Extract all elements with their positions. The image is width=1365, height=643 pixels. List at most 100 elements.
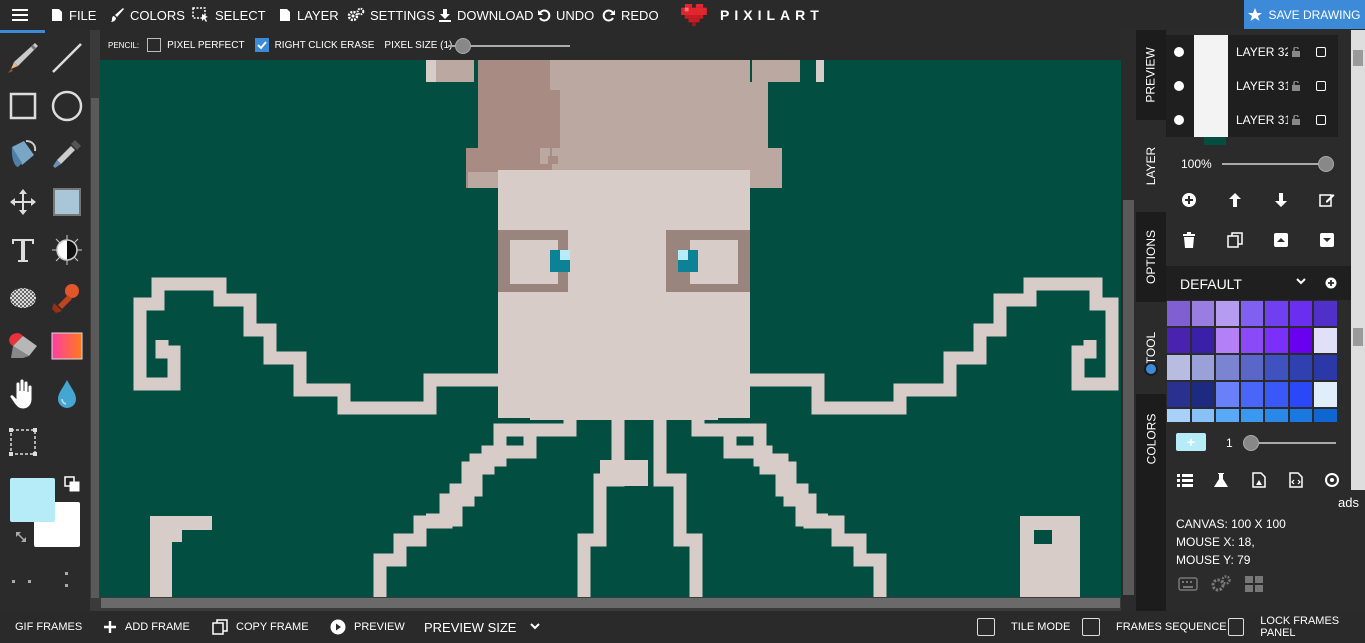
move-layer-down-button[interactable] bbox=[1272, 191, 1290, 209]
tab-preview[interactable]: PREVIEW bbox=[1136, 30, 1166, 120]
palette-color-swatch[interactable] bbox=[1215, 381, 1240, 408]
palette-color-swatch[interactable] bbox=[1190, 408, 1215, 422]
tile-mode-toggle[interactable]: TILE MODE bbox=[977, 611, 1070, 643]
brush-preview-add-button[interactable]: + bbox=[1176, 433, 1206, 451]
palette-color-swatch[interactable] bbox=[1215, 408, 1240, 422]
tab-colors[interactable]: COLORS bbox=[1136, 394, 1166, 484]
tools-scrollbar-thumb[interactable] bbox=[91, 98, 99, 598]
palette-color-swatch[interactable] bbox=[1264, 300, 1289, 327]
move-tool[interactable] bbox=[3, 182, 43, 222]
duplicate-layer-button[interactable] bbox=[1226, 231, 1244, 249]
layer-row[interactable]: LAYER 32 bbox=[1166, 35, 1338, 69]
layer-visibility-checkbox[interactable] bbox=[1316, 115, 1326, 125]
lock-frames-panel-checkbox[interactable] bbox=[1228, 618, 1245, 636]
frames-sequence-checkbox[interactable] bbox=[1082, 618, 1100, 636]
eraser-tool[interactable] bbox=[3, 326, 43, 366]
palette-color-swatch[interactable] bbox=[1239, 381, 1264, 408]
swap-colors-icon[interactable] bbox=[64, 476, 80, 492]
right-panel-scrollbar-thumb[interactable] bbox=[1353, 50, 1363, 66]
palette-color-swatch[interactable] bbox=[1264, 327, 1289, 354]
copy-frame-button[interactable]: COPY FRAME bbox=[212, 611, 309, 643]
file-menu-button[interactable]: FILE bbox=[50, 0, 96, 30]
pixel-perfect-checkbox[interactable] bbox=[147, 38, 162, 52]
dither-tool[interactable] bbox=[47, 230, 87, 270]
right-click-erase-checkbox[interactable] bbox=[254, 38, 269, 52]
palette-color-swatch[interactable] bbox=[1166, 408, 1191, 422]
fill-bucket-tool[interactable] bbox=[3, 134, 43, 174]
layer-opacity-slider[interactable] bbox=[1222, 163, 1330, 165]
blur-tool[interactable] bbox=[47, 374, 87, 414]
preview-button[interactable]: PREVIEW bbox=[330, 611, 405, 643]
pixilart-logo[interactable]: PIXILART bbox=[680, 0, 824, 30]
tab-layer[interactable]: LAYER bbox=[1136, 120, 1166, 212]
layer-row[interactable]: LAYER 31 bbox=[1166, 69, 1338, 103]
layer-menu-button[interactable]: LAYER bbox=[278, 0, 339, 30]
palette-color-swatch[interactable] bbox=[1288, 300, 1313, 327]
palette-color-swatch[interactable] bbox=[1239, 354, 1264, 381]
palette-color-swatch[interactable] bbox=[1190, 327, 1215, 354]
settings-menu-button[interactable]: SETTINGS bbox=[347, 0, 435, 30]
grid-icon[interactable] bbox=[1245, 576, 1263, 592]
lock-icon[interactable] bbox=[1290, 81, 1302, 91]
menu-toggle-button[interactable] bbox=[12, 0, 33, 30]
palette-color-swatch[interactable] bbox=[1313, 354, 1338, 381]
palette-color-swatch[interactable] bbox=[1215, 354, 1240, 381]
lock-icon[interactable] bbox=[1290, 47, 1302, 57]
palette-color-swatch[interactable] bbox=[1288, 408, 1313, 422]
palette-color-swatch[interactable] bbox=[1239, 327, 1264, 354]
palette-color-swatch[interactable] bbox=[1215, 327, 1240, 354]
drawing-canvas[interactable] bbox=[100, 60, 1121, 597]
layer-visibility-checkbox[interactable] bbox=[1316, 81, 1326, 91]
palette-name[interactable]: DEFAULT bbox=[1180, 276, 1242, 292]
palette-color-swatch[interactable] bbox=[1166, 327, 1191, 354]
lock-frames-panel-toggle[interactable]: LOCK FRAMES PANEL bbox=[1228, 611, 1365, 643]
colors-menu-button[interactable]: COLORS bbox=[109, 0, 185, 30]
palette-color-swatch[interactable] bbox=[1239, 300, 1264, 327]
line-tool[interactable] bbox=[47, 38, 87, 78]
palette-settings-button[interactable] bbox=[1323, 471, 1341, 489]
redo-button[interactable]: REDO bbox=[602, 0, 659, 30]
selection-tool[interactable] bbox=[3, 422, 43, 462]
palette-color-swatch[interactable] bbox=[1215, 300, 1240, 327]
palette-color-swatch[interactable] bbox=[1239, 408, 1264, 422]
add-palette-icon[interactable] bbox=[1325, 277, 1337, 289]
palette-color-swatch[interactable] bbox=[1313, 300, 1338, 327]
tab-tool[interactable]: TOOL bbox=[1136, 302, 1166, 394]
fill-shape-tool[interactable] bbox=[47, 182, 87, 222]
palette-list-button[interactable] bbox=[1176, 471, 1194, 489]
pencil-tool[interactable] bbox=[3, 38, 43, 78]
horizontal-scrollbar-thumb[interactable] bbox=[101, 598, 1120, 608]
hand-tool[interactable] bbox=[3, 374, 43, 414]
palette-color-swatch[interactable] bbox=[1190, 381, 1215, 408]
layer-row[interactable]: LAYER 31 bbox=[1166, 103, 1338, 137]
merge-layer-down-button[interactable] bbox=[1318, 231, 1336, 249]
vertical-scrollbar-thumb[interactable] bbox=[1123, 200, 1134, 595]
palette-import-button[interactable] bbox=[1250, 471, 1268, 489]
palette-scrollbar-thumb[interactable] bbox=[1353, 328, 1363, 346]
merge-layer-up-button[interactable] bbox=[1272, 231, 1290, 249]
brush-size-slider-thumb[interactable] bbox=[1243, 435, 1259, 451]
text-tool[interactable] bbox=[3, 230, 43, 270]
gears-icon[interactable] bbox=[1210, 575, 1232, 593]
preview-size-select[interactable]: PREVIEW SIZE bbox=[424, 611, 548, 643]
chevron-down-icon[interactable] bbox=[1296, 278, 1306, 286]
palette-color-swatch[interactable] bbox=[1264, 354, 1289, 381]
palette-color-swatch[interactable] bbox=[1288, 354, 1313, 381]
palette-color-swatch[interactable] bbox=[1288, 381, 1313, 408]
palette-color-swatch[interactable] bbox=[1313, 327, 1338, 354]
gif-frames-button[interactable]: GIF FRAMES bbox=[15, 611, 82, 643]
brush-size-slider[interactable] bbox=[1246, 442, 1336, 444]
move-layer-up-button[interactable] bbox=[1226, 191, 1244, 209]
palette-color-swatch[interactable] bbox=[1264, 408, 1289, 422]
palette-export-button[interactable] bbox=[1287, 471, 1305, 489]
palette-color-swatch[interactable] bbox=[1190, 300, 1215, 327]
rename-layer-button[interactable] bbox=[1318, 191, 1336, 209]
palette-color-swatch[interactable] bbox=[1166, 354, 1191, 381]
palette-color-swatch[interactable] bbox=[1313, 381, 1338, 408]
undo-button[interactable]: UNDO bbox=[537, 0, 594, 30]
palette-color-swatch[interactable] bbox=[1288, 327, 1313, 354]
palette-lab-button[interactable] bbox=[1212, 471, 1230, 489]
add-frame-button[interactable]: ADD FRAME bbox=[103, 611, 190, 643]
keyboard-icon[interactable] bbox=[1178, 577, 1198, 591]
checker-pattern-tool[interactable] bbox=[3, 278, 43, 318]
